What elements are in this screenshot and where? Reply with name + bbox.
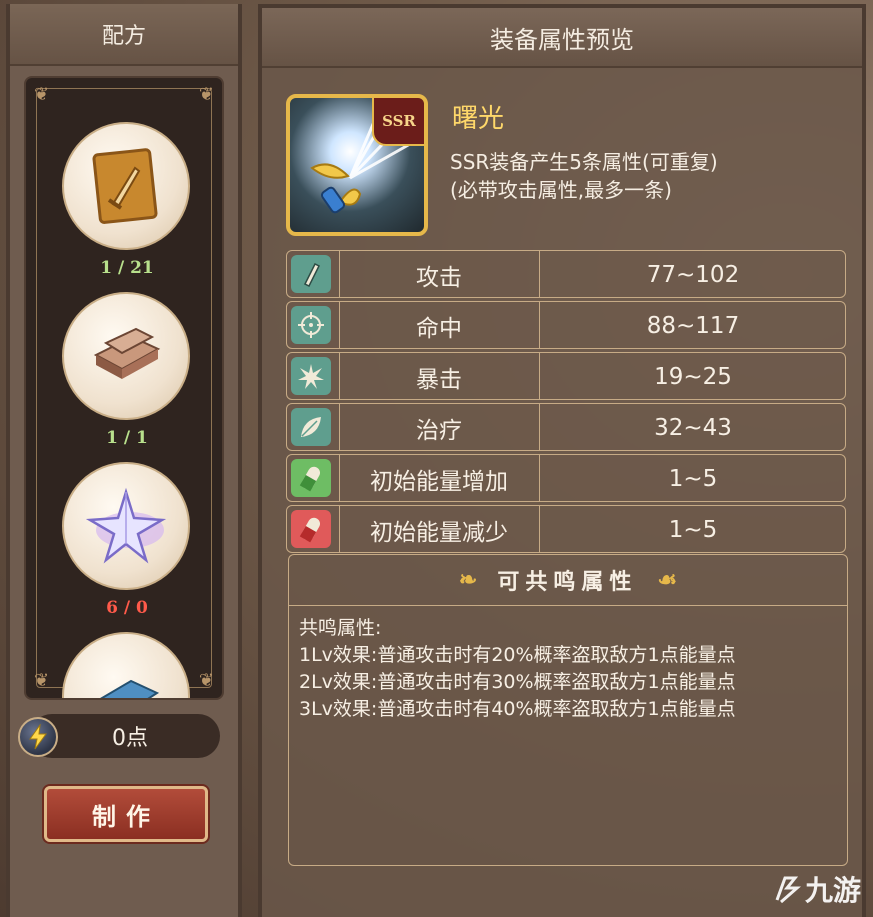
sword-scroll-icon	[62, 122, 190, 250]
equipment-preview-title: 装备属性预览	[262, 8, 862, 68]
recipe-count: 1 / 1	[106, 428, 148, 448]
ornament-left-icon: ❧	[458, 567, 478, 593]
ornament-corner-icon: ❦	[198, 84, 214, 105]
ornament-corner-icon: ❦	[198, 670, 214, 691]
equipment-description-line: (必带攻击属性,最多一条)	[450, 178, 672, 202]
recipe-item[interactable]: 1 / 1	[62, 292, 192, 448]
metal-ingot-icon	[62, 292, 190, 420]
equipment-description: SSR装备产生5条属性(可重复) (必带攻击属性,最多一条)	[450, 148, 718, 204]
resonance-line: 1Lv效果:普通攻击时有20%概率盗取敌方1点能量点	[299, 644, 736, 666]
recipe-list[interactable]: ❦ ❦ ❦ ❦ 1 / 21 1 / 1 6 / 0	[24, 76, 224, 700]
resonance-section: ❧ 可共鸣属性 ☙ 共鸣属性: 1Lv效果:普通攻击时有20%概率盗取敌方1点能…	[288, 554, 848, 866]
stat-row-energy-decrease: 初始能量减少 1~5	[286, 505, 846, 553]
red-pill-icon	[291, 510, 331, 548]
watermark-logo-icon	[775, 876, 801, 904]
ornament-corner-icon: ❦	[34, 670, 50, 691]
stat-value: 88~117	[646, 313, 740, 339]
leaf-icon	[291, 408, 331, 446]
stat-row-critical: 暴击 19~25	[286, 352, 846, 400]
stat-name: 暴击	[416, 367, 462, 393]
stat-name: 治疗	[416, 418, 462, 444]
recipe-item[interactable]: 6 / 0	[62, 462, 192, 618]
watermark-text: 九游	[804, 874, 861, 907]
recipe-count: 1 / 21	[100, 258, 154, 278]
recipe-count: 6 / 0	[106, 598, 148, 618]
resonance-line: 2Lv效果:普通攻击时有30%概率盗取敌方1点能量点	[299, 671, 736, 693]
attack-icon	[291, 255, 331, 293]
stat-value: 77~102	[646, 262, 740, 288]
watermark: 九游	[771, 869, 861, 909]
ornament-corner-icon: ❦	[34, 84, 50, 105]
stat-row-energy-increase: 初始能量增加 1~5	[286, 454, 846, 502]
resonance-label: 共鸣属性:	[299, 617, 382, 639]
green-pill-icon	[291, 459, 331, 497]
stat-name: 攻击	[416, 265, 462, 291]
resonance-text: 共鸣属性: 1Lv效果:普通攻击时有20%概率盗取敌方1点能量点 2Lv效果:普…	[299, 615, 736, 723]
stat-value: 19~25	[654, 364, 732, 390]
recipe-item[interactable]: 1 / 21	[62, 122, 192, 278]
crosshair-icon	[291, 306, 331, 344]
stat-name: 初始能量减少	[370, 520, 508, 546]
rarity-badge: SSR	[372, 98, 424, 146]
equipment-icon[interactable]: SSR	[286, 94, 428, 236]
burst-icon	[291, 357, 331, 395]
equipment-description-line: SSR装备产生5条属性(可重复)	[450, 150, 718, 174]
stat-row-healing: 治疗 32~43	[286, 403, 846, 451]
stat-name: 初始能量增加	[370, 469, 508, 495]
resonance-title: 可共鸣属性	[497, 569, 638, 595]
resonance-line: 3Lv效果:普通攻击时有40%概率盗取敌方1点能量点	[299, 698, 736, 720]
recipe-panel-title: 配方	[10, 4, 238, 66]
ornament-right-icon: ☙	[657, 567, 678, 593]
stat-row-attack: 攻击 77~102	[286, 250, 846, 298]
energy-points-display: 0点	[30, 714, 220, 758]
stat-row-accuracy: 命中 88~117	[286, 301, 846, 349]
blue-material-icon	[62, 632, 190, 698]
stat-value: 32~43	[654, 415, 732, 441]
recipe-item[interactable]	[62, 632, 192, 698]
stat-table: 攻击 77~102 命中 88~117 暴击 19~25 治疗 32~43 初始…	[286, 250, 846, 556]
stat-name: 命中	[416, 316, 462, 342]
craft-button[interactable]: 制作	[44, 786, 208, 842]
equipment-preview-panel: 装备属性预览 SSR 曙光 SSR装备产生5条属性(可重复) (必带攻击属性,最…	[258, 4, 866, 917]
recipe-panel: 配方 ❦ ❦ ❦ ❦ 1 / 21 1 / 1 6 / 0 0点 制作	[6, 4, 242, 917]
resonance-title-bar: ❧ 可共鸣属性 ☙	[289, 555, 847, 606]
equipment-name: 曙光	[452, 104, 505, 134]
crystal-star-icon	[62, 462, 190, 590]
energy-points-value: 0点	[112, 726, 148, 751]
stat-value: 1~5	[668, 517, 718, 543]
stat-value: 1~5	[668, 466, 718, 492]
lightning-bolt-icon	[18, 717, 58, 757]
